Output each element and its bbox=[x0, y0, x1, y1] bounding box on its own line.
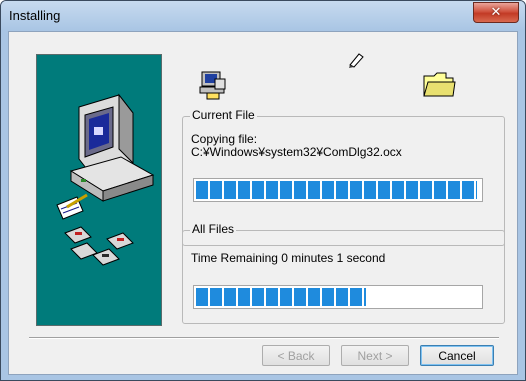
title-bar[interactable]: Installing ✕ bbox=[1, 1, 525, 31]
current-file-progress-fill bbox=[196, 181, 477, 199]
all-files-group: All Files Time Remaining 0 minutes 1 sec… bbox=[182, 222, 505, 324]
installer-window: Installing ✕ Current File Copying file: … bbox=[0, 0, 526, 381]
copying-file-path: C:¥Windows¥system32¥ComDlg32.ocx bbox=[191, 145, 402, 159]
copying-status-text: Copying file: C:¥Windows¥system32¥ComDlg… bbox=[191, 133, 402, 159]
all-files-progress-bar bbox=[193, 285, 483, 309]
close-button[interactable]: ✕ bbox=[473, 2, 519, 23]
all-files-progress-fill bbox=[196, 288, 366, 306]
dialog-client-area: Current File Copying file: C:¥Windows¥sy… bbox=[8, 31, 518, 375]
window-title: Installing bbox=[9, 8, 61, 23]
current-file-progress-bar bbox=[193, 178, 483, 202]
close-icon: ✕ bbox=[490, 5, 502, 20]
current-file-legend: Current File bbox=[190, 108, 257, 122]
folder-icon bbox=[422, 70, 456, 103]
time-remaining-text: Time Remaining 0 minutes 1 second bbox=[191, 251, 386, 265]
pen-icon bbox=[347, 51, 365, 74]
computer-install-illustration bbox=[36, 54, 162, 326]
button-divider bbox=[29, 337, 499, 339]
setup-computer-icon bbox=[197, 69, 229, 106]
cancel-button[interactable]: Cancel bbox=[420, 345, 494, 366]
back-button[interactable]: < Back bbox=[262, 345, 330, 366]
computer-illustration-svg bbox=[56, 93, 155, 266]
all-files-legend: All Files bbox=[190, 222, 237, 236]
next-button[interactable]: Next > bbox=[341, 345, 409, 366]
